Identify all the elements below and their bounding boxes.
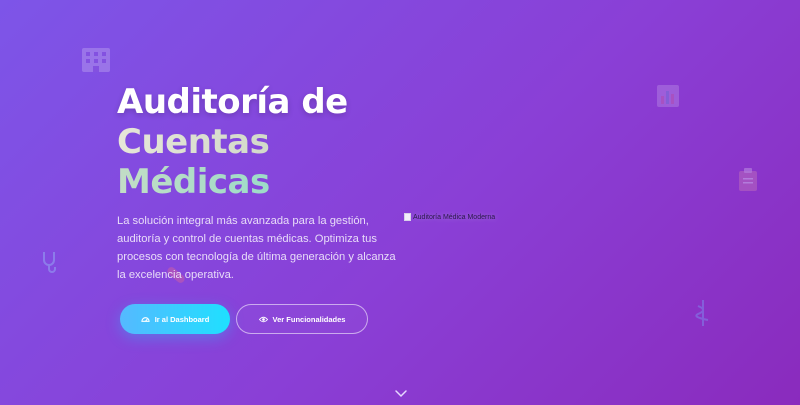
- hero-title-line-1: Auditoría de: [117, 82, 348, 122]
- hero-section: Auditoría de Cuentas Médicas: [117, 82, 407, 202]
- chevron-down-icon[interactable]: [394, 388, 408, 398]
- hero-image-alt: Auditoría Médica Moderna: [413, 213, 496, 221]
- stethoscope-icon: [43, 252, 56, 273]
- clipboard-icon: [739, 168, 757, 191]
- features-button-label: Ver Funcionalidades: [272, 314, 346, 324]
- dashboard-button[interactable]: Ir al Dashboard: [120, 304, 230, 334]
- chart-icon: [657, 85, 679, 107]
- hero-title-line-3: Médicas: [117, 162, 407, 202]
- hero-description: La solución integral más avanzada para l…: [117, 215, 396, 281]
- features-button[interactable]: Ver Funcionalidades: [236, 304, 368, 334]
- hospital-icon: [82, 48, 110, 72]
- broken-image-icon: [404, 213, 411, 221]
- hero-title: Auditoría de Cuentas Médicas: [117, 82, 407, 202]
- gauge-icon: [141, 315, 150, 324]
- dashboard-button-label: Ir al Dashboard: [154, 314, 210, 324]
- hero-image: Auditoría Médica Moderna: [404, 205, 514, 229]
- hero-title-line-2: Cuentas: [117, 122, 407, 162]
- eye-icon: [258, 315, 268, 324]
- caduceus-icon: [695, 300, 709, 326]
